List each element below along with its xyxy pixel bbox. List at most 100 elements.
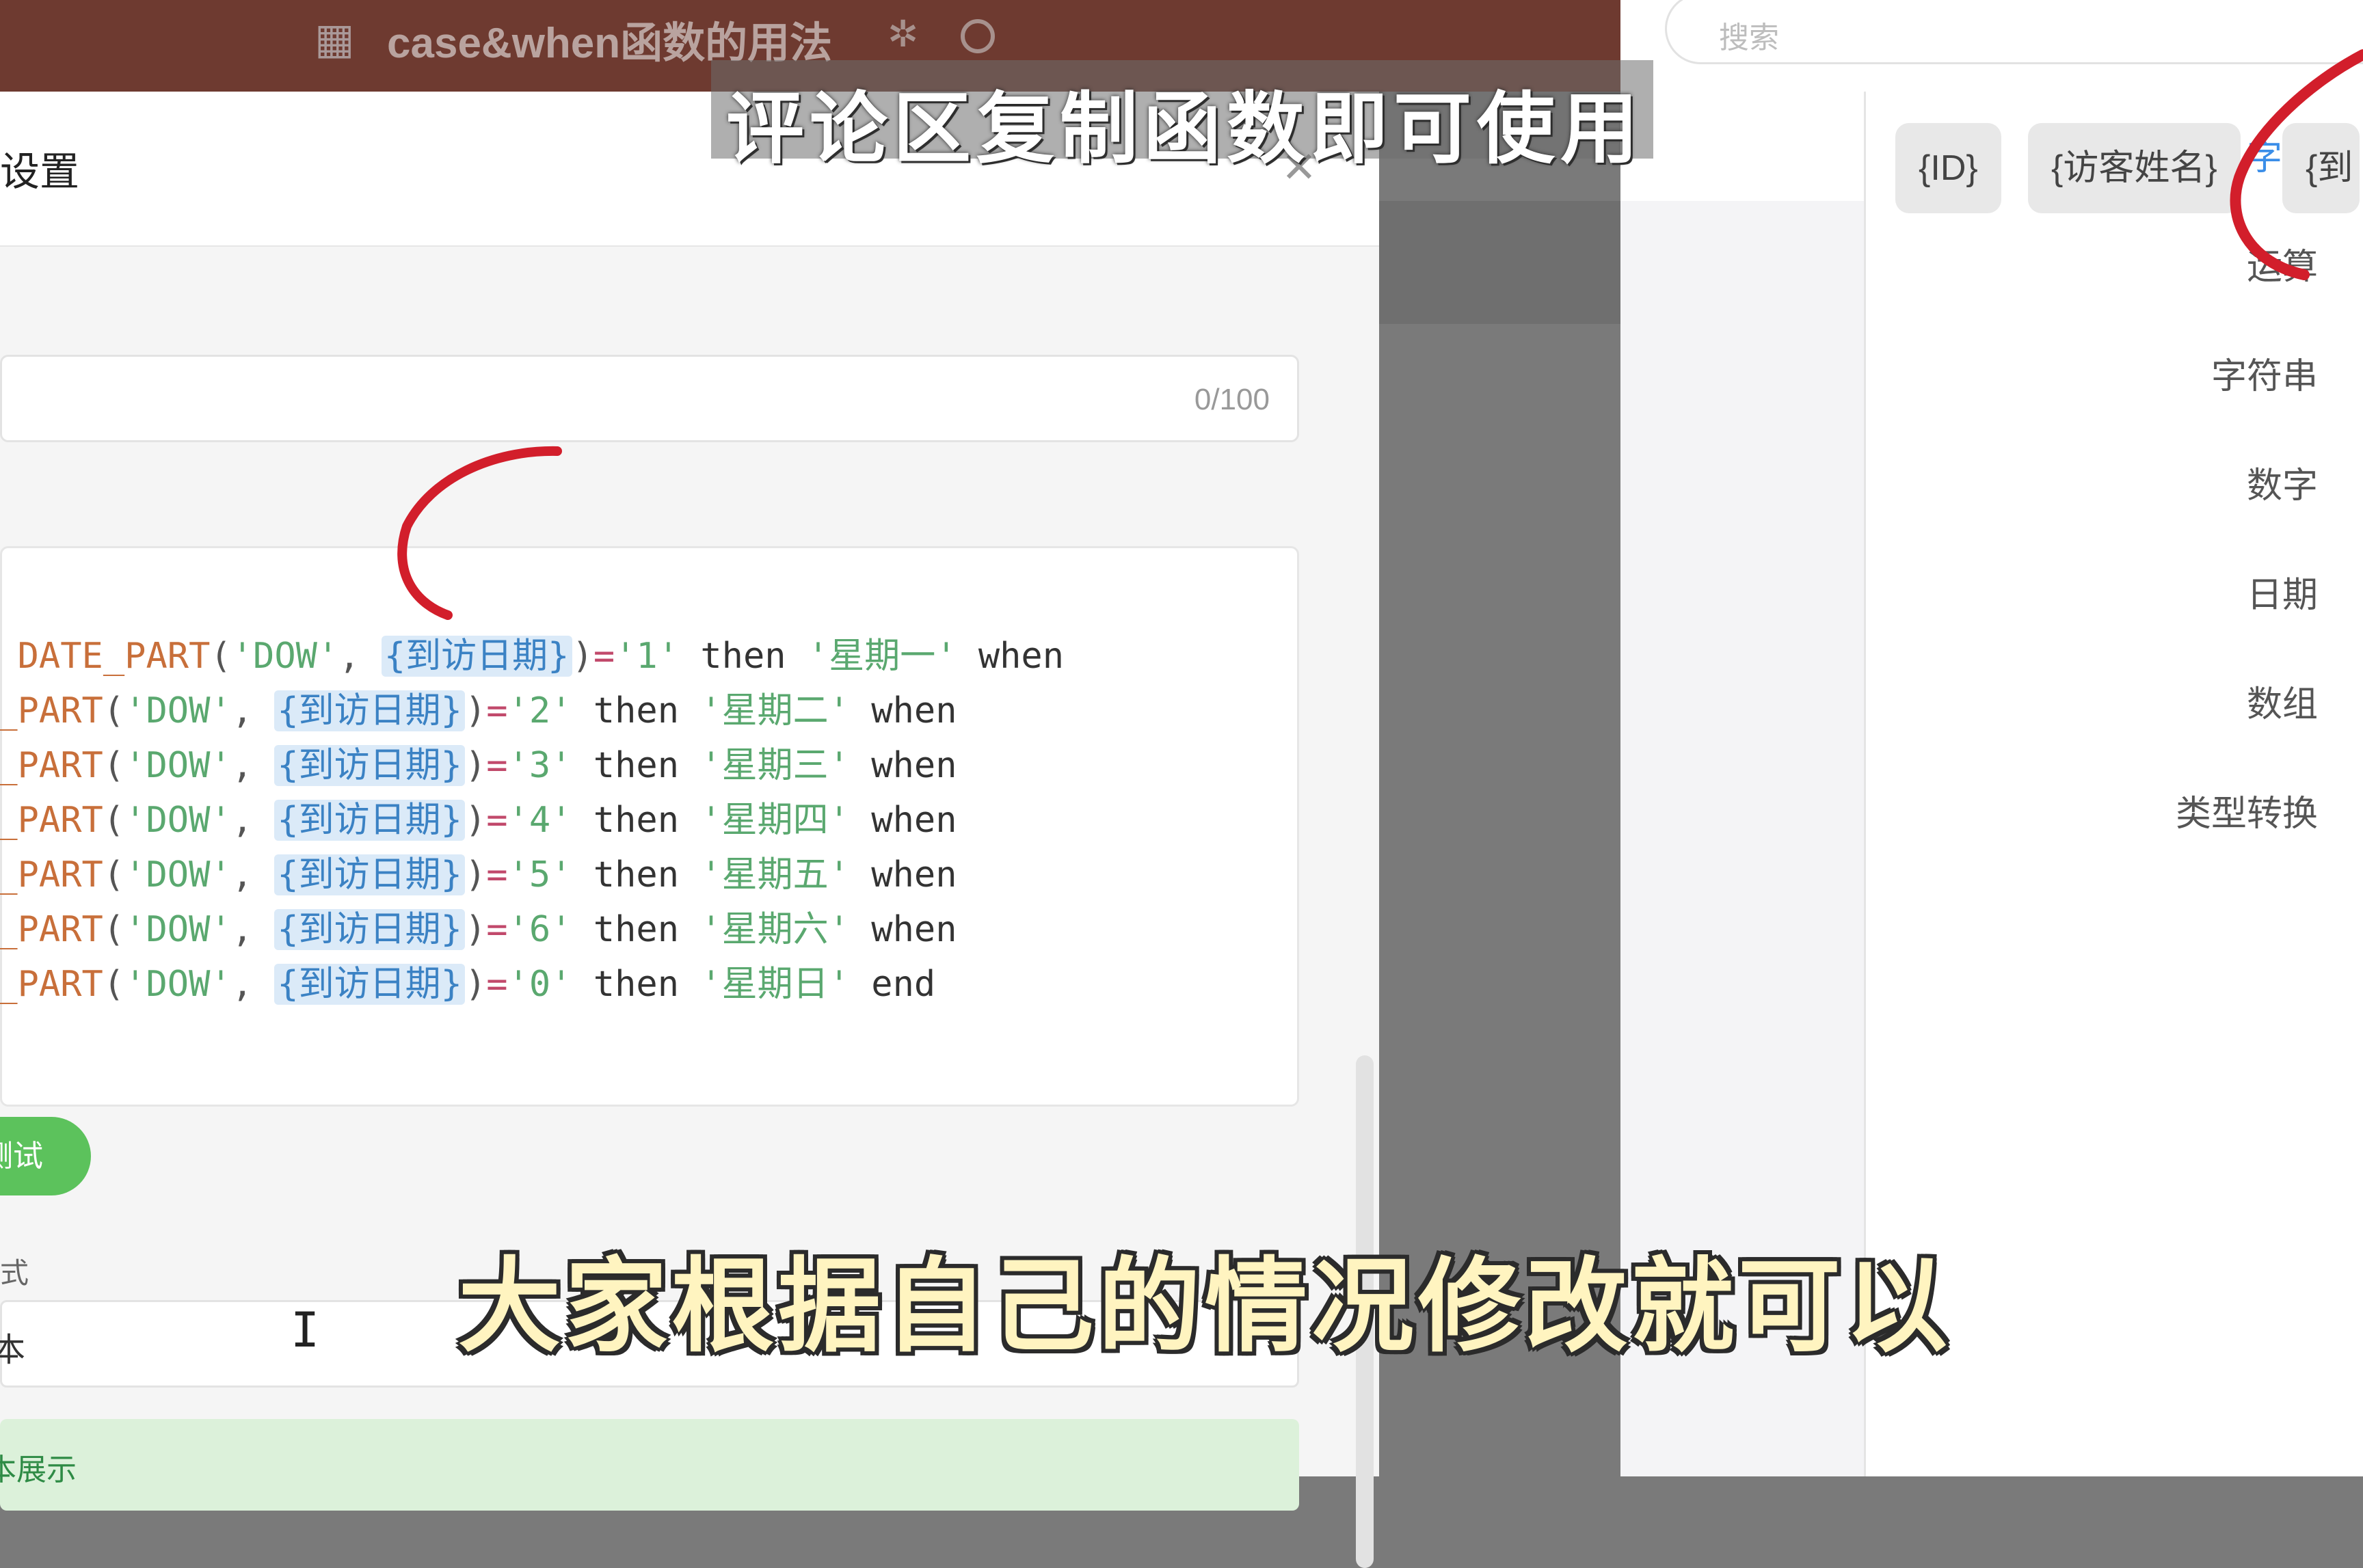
code-token: E_PART [0,854,103,895]
code-token: E_PART [0,690,103,731]
code-token: = [486,964,508,1005]
category-type-conversion[interactable]: 类型转换 [2176,785,2318,836]
char-counter: 0/100 [1194,383,1270,416]
code-token: '2' [507,690,572,731]
code-token: ( [103,854,125,895]
subtitle-top-text: 评论区复制函数即可使用 [726,83,1644,174]
code-token: , [338,636,382,677]
code-line: e [0,574,1064,629]
code-token: when [849,854,957,895]
field-token[interactable]: {到访日期} [274,854,465,895]
code-token: '星期日' [700,964,850,1005]
code-token: then [572,854,701,895]
code-token: ) [464,854,487,895]
formula-code[interactable]: en DATE_PART('DOW', {到访日期})='1' then '星期… [0,574,1064,1012]
code-token: = [486,800,508,841]
code-token: 'DOW' [124,745,232,786]
format-label: 式 [0,1256,29,1290]
code-token: = [593,636,615,677]
code-token: , [231,690,275,731]
dialog-title: 设置 [0,148,80,195]
format-value: 本 [0,1331,26,1369]
code-token: E_PART [0,964,103,1005]
code-token: , [231,854,275,895]
code-token: when [849,909,957,950]
code-token: ) [464,690,487,731]
code-token: ( [103,909,125,950]
code-token: ) [572,636,593,677]
code-token: '星期三' [700,745,850,786]
code-token: , [231,800,275,841]
background-band [1379,201,1620,324]
code-token: ( [103,690,125,731]
code-token: 'DOW' [124,909,232,950]
map-icon: ▦ [315,14,355,64]
code-token: when [957,636,1065,677]
code-token: ( [103,964,125,1005]
category-array[interactable]: 数组 [2247,675,2318,727]
code-token: E_PART [0,909,103,950]
code-line: E_PART('DOW', {到访日期})='0' then '星期日' end [0,957,1064,1012]
field-token[interactable]: {到访日期} [274,964,465,1005]
category-number[interactable]: 数字 [2247,457,2318,508]
field-token[interactable]: {到访日期} [274,800,465,841]
code-token: '5' [507,854,572,895]
code-token: when [849,745,957,786]
code-line: E_PART('DOW', {到访日期})='4' then '星期四' whe… [0,793,1064,848]
code-token: '星期一' [807,636,957,677]
code-token: , [231,964,275,1005]
code-token: then [572,909,701,950]
code-token: then [679,636,807,677]
code-token: '星期四' [700,800,850,841]
code-line: E_PART('DOW', {到访日期})='5' then '星期五' whe… [0,848,1064,902]
code-token: ( [210,636,232,677]
code-token: '0' [507,964,572,1005]
code-token: E_PART [0,745,103,786]
field-token[interactable]: {到访日期} [274,745,465,786]
preview-box: 本展示 [0,1419,1299,1511]
category-string[interactable]: 字符串 [2211,347,2318,398]
preview-text: 本展示 [0,1452,77,1487]
code-token: '3' [507,745,572,786]
field-token[interactable]: {到访日期} [274,690,465,731]
code-token: '6' [507,909,572,950]
code-token: E_PART [0,800,103,841]
field-chip-visitor-name[interactable]: {访客姓名} [2028,123,2241,213]
code-token: ) [464,745,487,786]
formula-editor[interactable]: en DATE_PART('DOW', {到访日期})='1' then '星期… [0,546,1299,1107]
code-token: n [0,636,18,677]
category-operators[interactable]: 运算 [2247,238,2318,289]
code-token: ) [464,800,487,841]
code-token: '4' [507,800,572,841]
field-name-input[interactable]: 0/100 [0,355,1299,442]
code-token: 'DOW' [124,854,232,895]
search-placeholder: 搜索 [1719,21,1779,55]
code-token: then [572,690,701,731]
code-token: = [486,745,508,786]
circle-arrow-icon[interactable] [961,19,995,53]
field-token[interactable]: {到访日期} [274,909,465,950]
field-chip-id[interactable]: {ID} [1895,123,2001,213]
code-token: '1' [615,636,680,677]
test-button[interactable]: 测试 [0,1117,91,1195]
category-date[interactable]: 日期 [2247,566,2318,617]
code-token: = [486,854,508,895]
code-token: ( [103,745,125,786]
code-token: , [231,909,275,950]
code-token: '星期六' [700,909,850,950]
code-token: '星期二' [700,690,850,731]
code-token: end [849,964,936,1005]
code-token: then [572,745,701,786]
field-token[interactable]: {到访日期} [381,636,572,677]
search-input[interactable]: 搜索 [1665,0,2363,64]
code-token: 'DOW' [231,636,339,677]
active-category-bg [1620,92,1864,201]
subtitle-bottom: 大家根据自己的情况修改就可以 [458,1247,1952,1366]
gear-icon[interactable]: ✲ [887,12,918,55]
code-token: then [572,800,701,841]
code-token: when [849,690,957,731]
code-token: , [231,745,275,786]
code-token: DATE_PART [17,636,211,677]
field-chip-visit-date[interactable]: {到 [2282,123,2360,213]
code-token: 'DOW' [124,964,232,1005]
